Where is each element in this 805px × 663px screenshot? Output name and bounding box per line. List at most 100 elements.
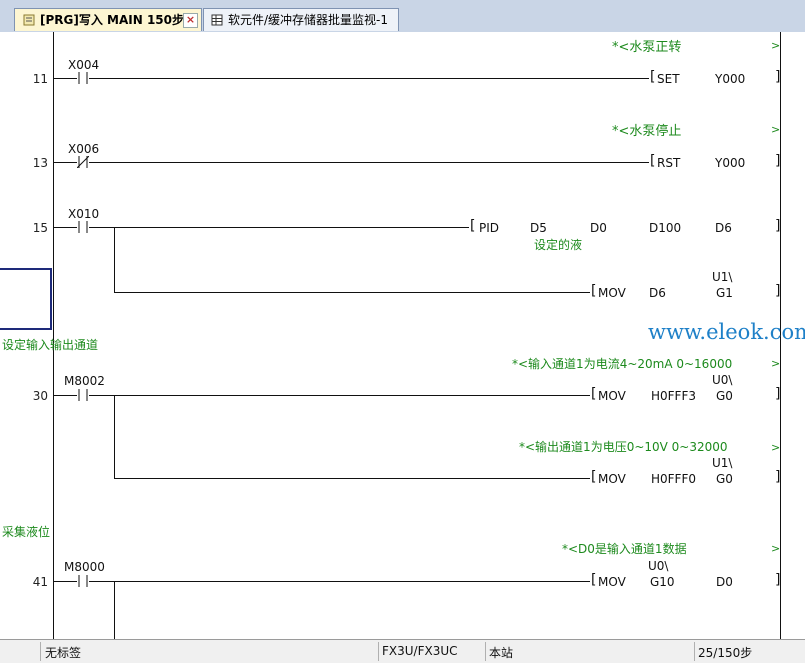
step-number: 41 [32, 575, 48, 589]
operand[interactable]: Y000 [715, 156, 745, 170]
operand[interactable]: D0 [590, 221, 607, 235]
operand-bottom[interactable]: G0 [716, 472, 733, 486]
instruction-bracket-open: [ [591, 572, 597, 588]
operand-top[interactable]: U1\ [712, 456, 732, 470]
operand[interactable]: D0 [716, 575, 733, 589]
instruction-bracket-open: [ [591, 469, 597, 485]
instruction[interactable]: PID [479, 221, 499, 235]
instruction-bracket-open: [ [650, 69, 656, 85]
contact-label: M8000 [64, 560, 105, 574]
instruction[interactable]: MOV [598, 575, 626, 589]
wire [54, 395, 77, 396]
comment-end-mark: > [771, 123, 781, 136]
no-contact-icon[interactable] [77, 389, 89, 401]
instruction-bracket-close: ] [775, 69, 781, 85]
tab-label: 软元件/缓冲存储器批量监视-1 [228, 13, 389, 27]
contact-label: X006 [68, 142, 100, 156]
watermark: www.eleok.com [648, 320, 805, 344]
tab-device-monitor[interactable]: 软元件/缓冲存储器批量监视-1 [203, 8, 399, 31]
tab-bar: [PRG]写入 MAIN 150步 × 软元件/缓冲存储器批量监视-1 [0, 0, 805, 33]
instruction-bracket-close: ] [775, 153, 781, 169]
wire [89, 227, 469, 228]
wire [89, 162, 649, 163]
branch-wire [114, 395, 115, 478]
instruction-bracket-close: ] [775, 386, 781, 402]
wire [54, 162, 77, 163]
operand-bottom[interactable]: G10 [650, 575, 675, 589]
statement-label: 采集液位 [2, 525, 51, 539]
rung-comment: *<输出通道1为电压0~10V 0~32000 [519, 440, 728, 454]
contact-label: X004 [68, 58, 100, 72]
branch-wire [114, 227, 115, 292]
instruction-bracket-close: ] [775, 283, 781, 299]
status-label: 无标签 [45, 646, 82, 660]
instruction-bracket-open: [ [650, 153, 656, 169]
monitor-grid-icon [211, 14, 223, 26]
operand[interactable]: H0FFF3 [651, 389, 696, 403]
operand[interactable]: H0FFF0 [651, 472, 696, 486]
instruction-bracket-open: [ [470, 218, 476, 234]
operand[interactable]: D100 [649, 221, 681, 235]
wire [54, 227, 77, 228]
step-number: 13 [32, 156, 48, 170]
branch-wire [114, 581, 115, 639]
wire [54, 581, 77, 582]
instruction[interactable]: RST [657, 156, 680, 170]
operand-bottom[interactable]: G1 [716, 286, 733, 300]
wire [89, 78, 649, 79]
instruction[interactable]: SET [657, 72, 680, 86]
wire [114, 292, 590, 293]
instruction-bracket-close: ] [775, 218, 781, 234]
operand[interactable]: D5 [530, 221, 547, 235]
no-contact-icon[interactable] [77, 72, 89, 84]
status-station: 本站 [489, 646, 514, 660]
instruction-bracket-close: ] [775, 469, 781, 485]
status-separator [485, 642, 486, 661]
instruction[interactable]: MOV [598, 472, 626, 486]
status-steps: 25/150步 [698, 646, 753, 660]
comment-end-mark: > [771, 542, 781, 555]
instruction-bracket-open: [ [591, 386, 597, 402]
close-icon[interactable]: × [183, 13, 198, 28]
no-contact-icon[interactable] [77, 221, 89, 233]
operand-top[interactable]: U0\ [648, 559, 668, 573]
operand[interactable]: D6 [715, 221, 732, 235]
status-bar: 无标签 FX3U/FX3UC 本站 25/150步 [0, 639, 805, 663]
instruction-bracket-close: ] [775, 572, 781, 588]
instruction-bracket-open: [ [591, 283, 597, 299]
operand[interactable]: D6 [649, 286, 666, 300]
contact-label: X010 [68, 207, 100, 221]
operand-bottom[interactable]: G0 [716, 389, 733, 403]
device-comment: 设定的液 [534, 238, 583, 252]
tab-program-main[interactable]: [PRG]写入 MAIN 150步 × [14, 8, 202, 31]
program-icon [23, 14, 35, 26]
instruction[interactable]: MOV [598, 389, 626, 403]
wire [89, 581, 590, 582]
step-number: 11 [32, 72, 48, 86]
rung-comment: *<水泵正转 [612, 40, 682, 55]
contact-label: M8002 [64, 374, 105, 388]
no-contact-icon[interactable] [77, 575, 89, 587]
wire [89, 395, 590, 396]
instruction[interactable]: MOV [598, 286, 626, 300]
operand-top[interactable]: U1\ [712, 270, 732, 284]
nc-contact-icon[interactable] [77, 156, 89, 168]
status-separator [378, 642, 379, 661]
wire [114, 478, 590, 479]
ladder-editor[interactable]: *<水泵正转 > X004 11 [ SET Y000 ] *<水泵停止 > X… [0, 32, 805, 639]
comment-end-mark: > [771, 357, 781, 370]
rung-comment: *<水泵停止 [612, 124, 682, 139]
step-number: 30 [32, 389, 48, 403]
comment-end-mark: > [771, 441, 781, 454]
operand-top[interactable]: U0\ [712, 373, 732, 387]
tab-label: [PRG]写入 MAIN 150步 [40, 13, 184, 27]
ladder-cursor[interactable] [0, 268, 52, 330]
wire [54, 78, 77, 79]
rung-comment: *<输入通道1为电流4~20mA 0~16000 [512, 357, 733, 371]
step-number: 15 [32, 221, 48, 235]
status-separator [40, 642, 41, 661]
status-cpu-type: FX3U/FX3UC [382, 644, 458, 658]
operand[interactable]: Y000 [715, 72, 745, 86]
comment-end-mark: > [771, 39, 781, 52]
status-separator [694, 642, 695, 661]
